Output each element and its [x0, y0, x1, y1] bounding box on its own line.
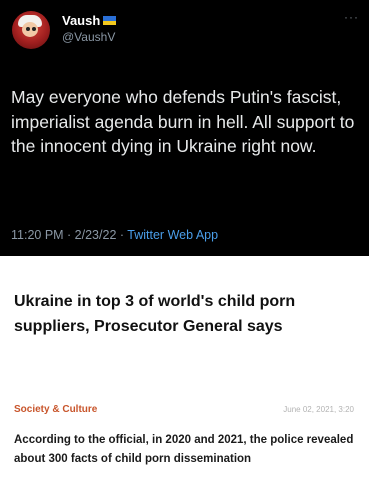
ukraine-flag-icon [103, 16, 116, 25]
more-options-icon[interactable]: ··· [344, 10, 359, 24]
display-name[interactable]: Vaush [62, 13, 100, 28]
avatar-eye-left [26, 27, 30, 31]
tweet-timestamp[interactable]: 11:20 PM · 2/23/22 · [11, 228, 127, 242]
article-headline[interactable]: Ukraine in top 3 of world's child porn s… [14, 289, 359, 339]
tweet-source-app[interactable]: Twitter Web App [127, 228, 218, 242]
article-date: June 02, 2021, 3:20 [283, 405, 354, 414]
article-lead: According to the official, in 2020 and 2… [14, 434, 354, 465]
article-category[interactable]: Society & Culture [14, 404, 97, 415]
tweet-text: May everyone who defends Putin's fascist… [11, 87, 355, 156]
news-article-card: Ukraine in top 3 of world's child porn s… [0, 256, 369, 500]
tweet-card: Vaush @VaushV ··· May everyone who defen… [0, 0, 369, 256]
tweet-meta: 11:20 PM · 2/23/22 · Twitter Web App [11, 228, 218, 242]
avatar[interactable] [12, 11, 50, 49]
avatar-eye-right [32, 27, 36, 31]
user-handle[interactable]: @VaushV [62, 30, 115, 44]
